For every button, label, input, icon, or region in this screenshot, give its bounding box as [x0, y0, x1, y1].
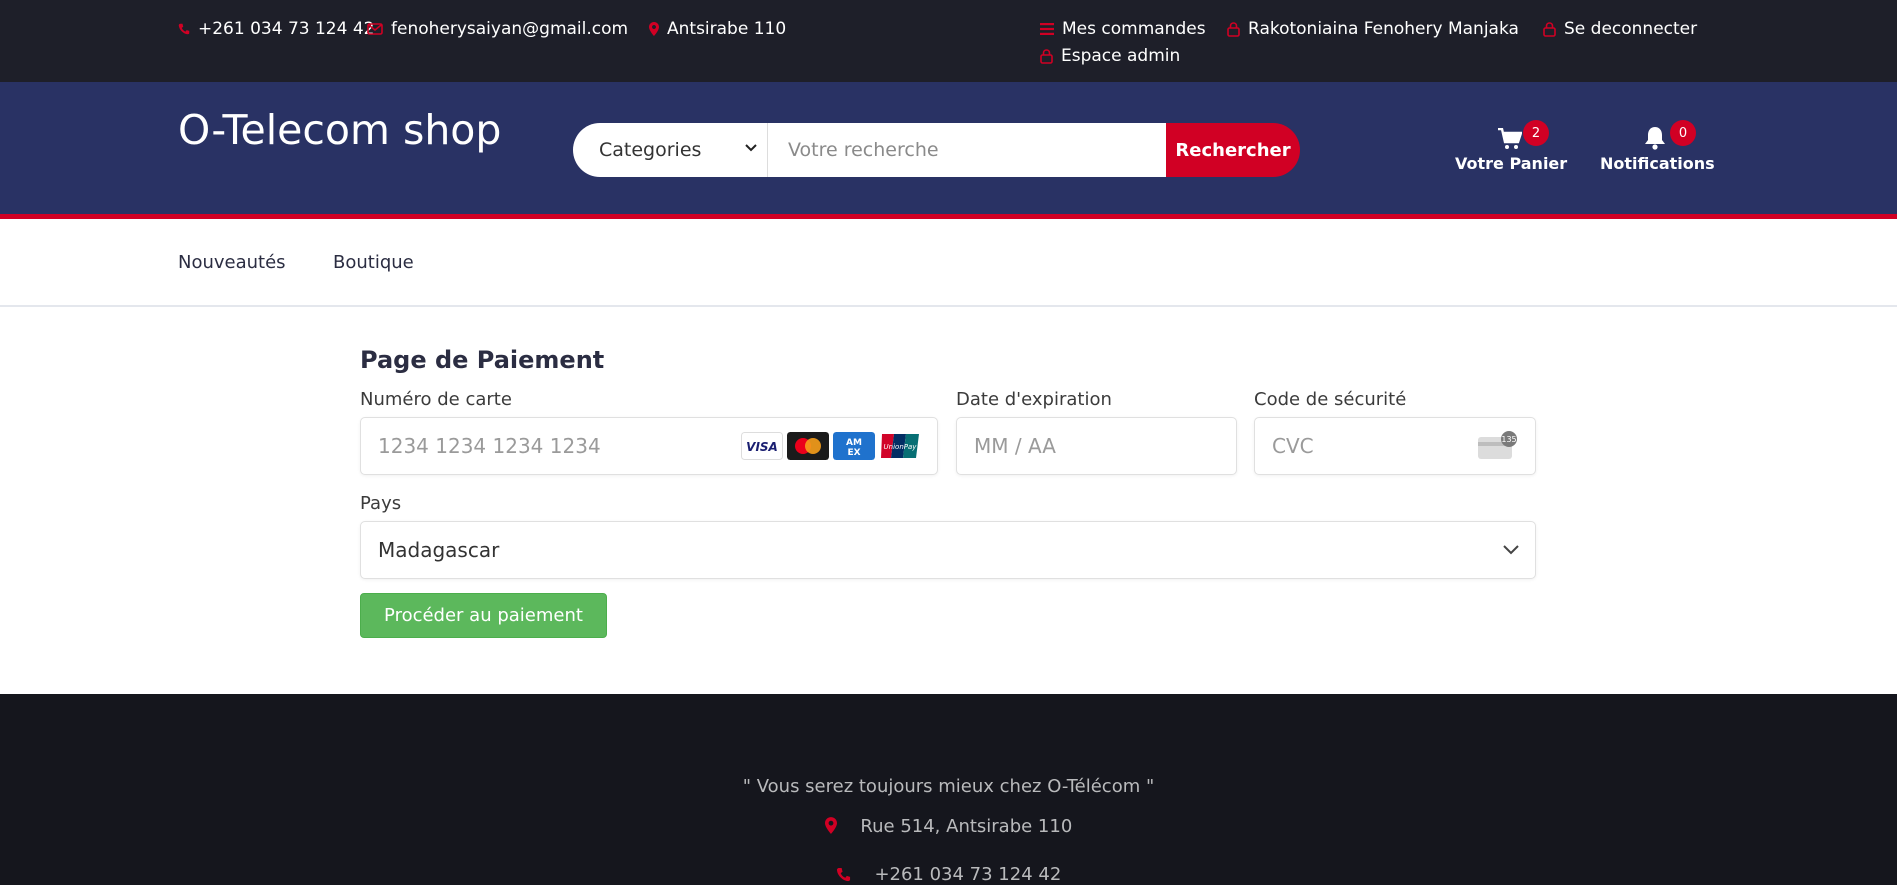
svg-text:EX: EX: [847, 448, 860, 458]
chevron-down-icon: [1503, 545, 1519, 555]
top-email[interactable]: fenoherysaiyan@gmail.com: [367, 19, 628, 39]
user-icon: [1227, 21, 1240, 37]
category-select-value: Categories: [599, 139, 702, 161]
map-marker-icon: [824, 817, 837, 834]
cart-button[interactable]: Votre Panier 2: [1455, 120, 1568, 173]
admin-label: Espace admin: [1061, 46, 1181, 66]
footer-address-text: Rue 514, Antsirabe 110: [860, 816, 1073, 837]
search-bar: Categories Rechercher: [573, 123, 1300, 177]
footer-slogan: " Vous serez toujours mieux chez O-Téléc…: [742, 776, 1155, 797]
bell-icon: [1645, 127, 1665, 150]
country-label: Pays: [360, 493, 402, 514]
top-location[interactable]: Antsirabe 110: [649, 19, 786, 39]
svg-text:AM: AM: [846, 438, 862, 448]
card-number-placeholder: 1234 1234 1234 1234: [378, 434, 601, 458]
amex-icon: AMEX: [833, 432, 875, 460]
page-title: Page de Paiement: [360, 346, 605, 374]
svg-text:VISA: VISA: [746, 440, 778, 454]
top-phone[interactable]: +261 034 73 124 42: [178, 19, 374, 39]
search-input[interactable]: [768, 123, 1166, 177]
main-header: O-Telecom shop Categories Rechercher Vot…: [0, 82, 1897, 219]
notifications-button[interactable]: Notifications 0: [1600, 120, 1715, 173]
country-select[interactable]: Madagascar: [360, 521, 1536, 579]
card-number-label: Numéro de carte: [360, 389, 512, 410]
notifications-label: Notifications: [1600, 154, 1715, 173]
svg-text:UnionPay: UnionPay: [884, 443, 918, 451]
top-location-text: Antsirabe 110: [667, 19, 787, 39]
card-number-field[interactable]: 1234 1234 1234 1234 VISA AM EX UnionPay: [360, 417, 938, 475]
card-brands: VISA AM EX UnionPay: [741, 432, 921, 460]
logout-link[interactable]: Se deconnecter: [1543, 19, 1697, 39]
top-email-text: fenoherysaiyan@gmail.com: [391, 19, 629, 39]
visa-icon: VISA: [741, 432, 783, 460]
orders-link[interactable]: Mes commandes: [1040, 19, 1206, 39]
chevron-down-icon: [745, 144, 757, 152]
lock-icon: [1040, 48, 1053, 64]
logout-label: Se deconnecter: [1564, 19, 1698, 39]
user-label: Rakotoniaina Fenohery Manjaka: [1248, 19, 1519, 39]
pay-button[interactable]: Procéder au paiement: [360, 593, 607, 638]
cart-label: Votre Panier: [1455, 154, 1568, 173]
notifications-count-badge: 0: [1670, 120, 1696, 146]
site-logo[interactable]: O-Telecom shop: [178, 106, 501, 154]
admin-link[interactable]: Espace admin: [1040, 46, 1180, 66]
cart-icon: [1498, 128, 1522, 149]
footer-address: Rue 514, Antsirabe 110: [0, 816, 1897, 837]
phone-icon: [836, 867, 850, 882]
phone-icon: [178, 23, 190, 35]
lock-icon: [1543, 21, 1556, 37]
cvc-placeholder: CVC: [1272, 434, 1314, 458]
unionpay-icon: UnionPay: [879, 432, 921, 460]
cvc-icon-text: 135: [1501, 435, 1516, 444]
expiry-placeholder: MM / AA: [974, 434, 1056, 458]
expiry-field[interactable]: MM / AA: [956, 417, 1237, 475]
footer-phone: +261 034 73 124 42: [0, 864, 1897, 885]
list-icon: [1040, 23, 1054, 35]
footer-phone-text: +261 034 73 124 42: [874, 864, 1062, 885]
user-link[interactable]: Rakotoniaina Fenohery Manjaka: [1227, 19, 1519, 39]
orders-label: Mes commandes: [1062, 19, 1206, 39]
cvc-field[interactable]: CVC 135: [1254, 417, 1536, 475]
cvc-card-icon: 135: [1478, 431, 1517, 459]
nav-item-shop[interactable]: Boutique: [333, 252, 414, 273]
nav-item-new[interactable]: Nouveautés: [178, 252, 286, 273]
search-button[interactable]: Rechercher: [1166, 123, 1300, 177]
cvc-label: Code de sécurité: [1254, 389, 1407, 410]
footer: " Vous serez toujours mieux chez O-Téléc…: [0, 694, 1897, 885]
envelope-icon: [367, 23, 383, 35]
category-select[interactable]: Categories: [573, 123, 768, 177]
main-nav: Nouveautés Boutique: [0, 224, 1897, 307]
mastercard-icon: [787, 432, 829, 460]
top-bar: +261 034 73 124 42 fenoherysaiyan@gmail.…: [0, 0, 1897, 82]
country-select-value: Madagascar: [378, 538, 500, 562]
expiry-label: Date d'expiration: [956, 389, 1112, 410]
cart-count-badge: 2: [1523, 120, 1549, 146]
map-marker-icon: [649, 22, 659, 36]
top-phone-text: +261 034 73 124 42: [198, 19, 375, 39]
